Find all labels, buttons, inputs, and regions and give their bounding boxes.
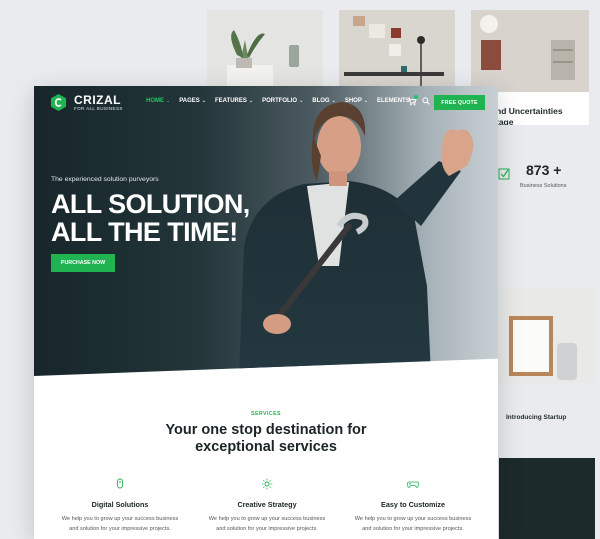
blog-image bbox=[471, 10, 589, 92]
stat-number: 873 + bbox=[526, 162, 562, 178]
search-icon[interactable] bbox=[422, 97, 430, 105]
chevron-down-icon: ⌄ bbox=[201, 98, 206, 104]
chevron-down-icon: ⌄ bbox=[331, 98, 336, 104]
hero-section: CRIZAL FOR ALL BUSINESS HOME ⌄ PAGES ⌄ FEA… bbox=[34, 86, 498, 376]
chevron-down-icon: ⌄ bbox=[363, 98, 369, 104]
menu-item-blog[interactable]: BLOG ⌄ bbox=[312, 98, 336, 104]
crizal-logo-icon[interactable] bbox=[50, 94, 67, 111]
service-card-digital[interactable]: Digital Solutions We help you to grow up… bbox=[60, 478, 180, 534]
logo-tagline: FOR ALL BUSINESS bbox=[74, 106, 123, 111]
services-title-line1: Your one stop destination for bbox=[165, 422, 367, 438]
menu-item-shop[interactable]: SHOP ⌄ bbox=[345, 98, 368, 104]
hero-title: ALL SOLUTION, ALL THE TIME! bbox=[51, 190, 250, 246]
menu-bar: HOME ⌄ PAGES ⌄ FEATURES ⌄ PORTFOLIO ⌄ BLOG ⌄ … bbox=[146, 98, 425, 104]
service-name: Creative Strategy bbox=[237, 500, 297, 509]
services-kicker: SERVICES bbox=[251, 411, 281, 417]
site-preview: CRIZAL FOR ALL BUSINESS HOME ⌄ PAGES ⌄ FEA… bbox=[34, 86, 498, 539]
cart-badge bbox=[414, 95, 418, 99]
service-desc: We help you to grow up your success busi… bbox=[208, 516, 326, 532]
menu-item-pages[interactable]: PAGES ⌄ bbox=[179, 98, 206, 104]
chevron-down-icon: ⌄ bbox=[299, 98, 304, 104]
bg-dark-panel bbox=[499, 458, 595, 539]
sun-icon bbox=[261, 478, 273, 490]
service-name: Digital Solutions bbox=[91, 500, 149, 509]
service-card-creative[interactable]: Creative Strategy We help you to grow up… bbox=[207, 478, 327, 534]
menu-item-home[interactable]: HOME ⌄ bbox=[146, 98, 170, 104]
chevron-down-icon: ⌄ bbox=[248, 98, 254, 104]
free-quote-button[interactable]: FREE QUOTE bbox=[434, 95, 485, 110]
bg-card-frame bbox=[499, 288, 595, 383]
check-icon bbox=[498, 168, 510, 180]
chevron-down-icon: ⌄ bbox=[166, 98, 171, 104]
stat-label: Business Solutions bbox=[520, 183, 567, 189]
gamepad-icon bbox=[407, 481, 419, 488]
frame-image bbox=[499, 288, 595, 383]
menu-item-features[interactable]: FEATURES ⌄ bbox=[215, 98, 253, 104]
services-title: Your one stop destination for exceptiona… bbox=[34, 422, 498, 456]
service-name: Easy to Customize bbox=[381, 500, 445, 509]
service-desc: We help you to grow up your success busi… bbox=[354, 516, 472, 532]
hero-subtitle: The experienced solution purveyors bbox=[51, 176, 159, 183]
menu-item-portfolio[interactable]: PORTFOLIO ⌄ bbox=[262, 98, 303, 104]
purchase-now-button[interactable]: PURCHASE NOW bbox=[51, 254, 115, 272]
logo-name[interactable]: CRIZAL bbox=[74, 93, 121, 107]
main-navigation: CRIZAL FOR ALL BUSINESS HOME ⌄ PAGES ⌄ FEA… bbox=[34, 86, 498, 118]
service-card-customize[interactable]: Easy to Customize We help you to grow up… bbox=[353, 478, 473, 534]
mouse-icon bbox=[117, 478, 123, 489]
services-title-line2: exceptional services bbox=[195, 439, 337, 455]
hero-title-line2: ALL THE TIME! bbox=[51, 217, 238, 247]
service-desc: We help you to grow up your success busi… bbox=[61, 516, 179, 532]
card-caption[interactable]: Introducing Startup bbox=[506, 414, 566, 421]
hero-title-line1: ALL SOLUTION, bbox=[51, 189, 250, 219]
